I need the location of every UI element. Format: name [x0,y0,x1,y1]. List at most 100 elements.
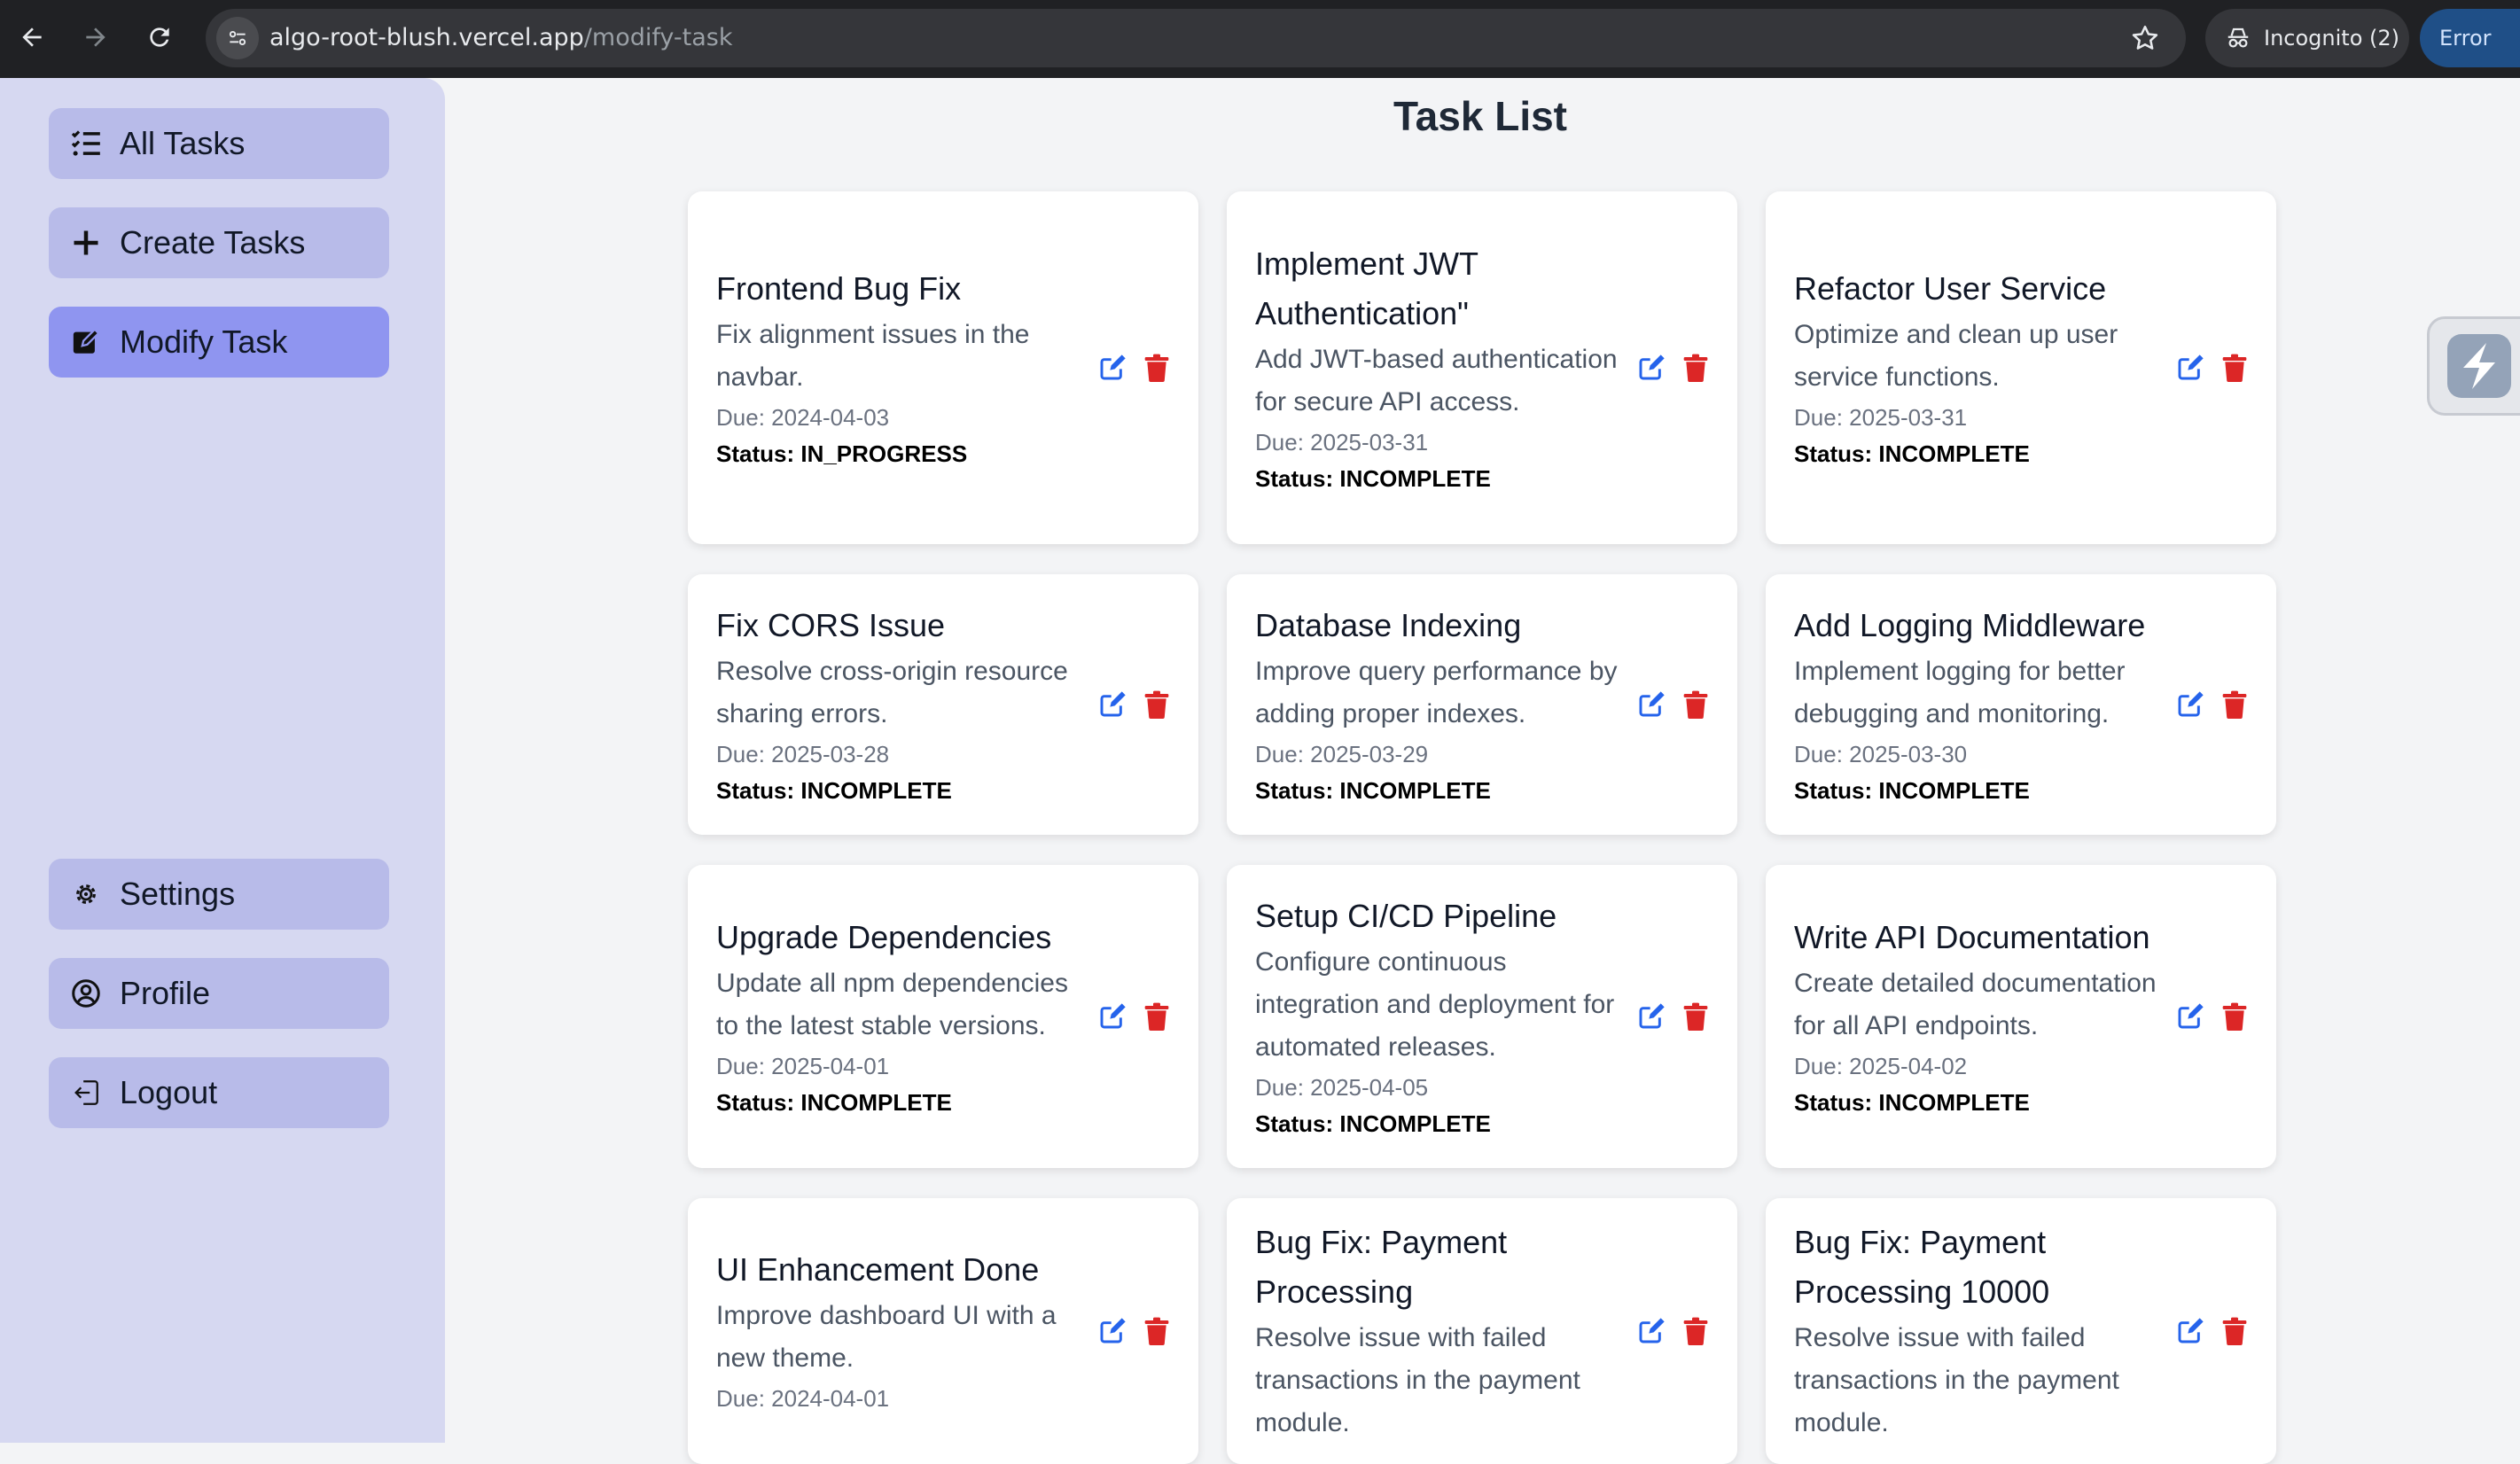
edit-icon [2176,1002,2204,1031]
sidebar-item-label: All Tasks [120,125,246,161]
edit-task-button[interactable] [1636,689,1666,720]
task-description: Configure continuous integration and dep… [1255,947,1615,1062]
task-card-body: Upgrade Dependencies Update all npm depen… [716,913,1088,1120]
trash-icon [1682,690,1709,719]
task-card: UI Enhancement Done Improve dashboard UI … [688,1198,1198,1464]
delete-task-button[interactable] [1142,353,1172,383]
back-button[interactable] [12,18,51,57]
edit-task-button[interactable] [1097,353,1127,383]
trash-icon [1682,354,1709,382]
trash-icon [1143,1317,1170,1345]
url-text: algo-root-blush.vercel.app/modify-task [269,9,732,67]
task-description: Improve dashboard UI with a new theme. [716,1301,1057,1373]
task-description: Optimize and clean up user service funct… [1794,320,2118,392]
task-status: Status: IN_PROGRESS [716,440,968,467]
task-actions [1636,689,1711,720]
task-status: Status: INCOMPLETE [1255,777,1491,804]
delete-task-button[interactable] [1142,689,1172,720]
task-card-body: Bug Fix: Payment Processing Resolve issue… [1255,1218,1627,1445]
trash-icon [1143,690,1170,719]
site-info-icon [229,30,246,46]
task-title: Write API Documentation [1794,919,2150,955]
sidebar-item-all-tasks[interactable]: All Tasks [49,108,389,179]
task-description: Create detailed documentation for all AP… [1794,969,2157,1040]
task-due-date: Due: 2025-04-05 [1255,1074,1429,1101]
task-description: Resolve cross-origin resource sharing er… [716,657,1068,728]
trash-icon [2221,690,2248,719]
task-actions [1636,353,1711,383]
task-card: Fix CORS Issue Resolve cross-origin resou… [688,574,1198,835]
edit-task-button[interactable] [2175,353,2205,383]
reload-button[interactable] [140,18,179,57]
trash-icon [2221,1317,2248,1345]
sidebar-item-modify-task[interactable]: Modify Task [49,307,389,378]
forward-button[interactable] [76,18,115,57]
task-due-date: Due: 2025-03-31 [1794,404,1968,431]
delete-task-button[interactable] [2220,1001,2250,1032]
edit-icon [1098,354,1127,382]
page-title: Task List [1393,93,1567,139]
task-status: Status: INCOMPLETE [716,777,952,804]
task-status: Status: INCOMPLETE [1255,1110,1491,1137]
error-label: Error [2439,26,2492,51]
sidebar-item-logout[interactable]: Logout [49,1057,389,1128]
task-card: Bug Fix: Payment Processing Resolve issue… [1227,1198,1737,1464]
sidebar-item-settings[interactable]: Settings [49,859,389,930]
sidebar-item-profile[interactable]: Profile [49,958,389,1029]
task-actions [1097,1001,1172,1032]
edit-task-button[interactable] [1097,1316,1127,1346]
edit-task-button[interactable] [1097,1001,1127,1032]
url-host: algo-root-blush.vercel.app [269,24,584,51]
delete-task-button[interactable] [1681,1001,1711,1032]
task-due-date: Due: 2025-04-01 [716,1053,890,1079]
task-due-date: Due: 2025-03-31 [1255,429,1429,456]
bookmark-star-button[interactable] [2129,22,2161,54]
task-title: Frontend Bug Fix [716,270,962,307]
task-card: Setup CI/CD Pipeline Configure continuous… [1227,865,1737,1168]
task-title: UI Enhancement Done [716,1251,1040,1288]
address-bar[interactable]: algo-root-blush.vercel.app/modify-task [206,9,2186,67]
delete-task-button[interactable] [1681,1316,1711,1346]
delete-task-button[interactable] [1681,353,1711,383]
delete-task-button[interactable] [2220,1316,2250,1346]
delete-task-button[interactable] [2220,689,2250,720]
edit-task-button[interactable] [1636,1316,1666,1346]
task-card-body: Add Logging Middleware Implement logging … [1794,601,2166,808]
sidebar-item-create-tasks[interactable]: Create Tasks [49,207,389,278]
edit-icon [2176,690,2204,719]
edit-icon [1098,1002,1127,1031]
task-title: Fix CORS Issue [716,607,946,643]
reload-icon [150,27,169,47]
logout-icon [68,1075,104,1110]
edit-task-button[interactable] [2175,1001,2205,1032]
task-title: Implement JWT Authentication" [1255,245,1478,331]
edit-task-button[interactable] [1636,353,1666,383]
task-actions [2175,689,2250,720]
trash-icon [2221,354,2248,382]
task-actions [1097,689,1172,720]
trash-icon [1682,1002,1709,1031]
task-actions [1636,1001,1711,1032]
sidebar-item-label: Logout [120,1074,218,1110]
site-info-button[interactable] [216,17,259,59]
edit-task-button[interactable] [1097,689,1127,720]
back-arrow-icon [22,27,42,47]
delete-task-button[interactable] [2220,353,2250,383]
task-description: Update all npm dependencies to the lates… [716,969,1068,1040]
floating-extension-button[interactable] [2427,316,2520,416]
sidebar-item-label: Modify Task [120,323,288,360]
delete-task-button[interactable] [1142,1316,1172,1346]
edit-task-button[interactable] [2175,1316,2205,1346]
edit-task-button[interactable] [2175,689,2205,720]
task-actions [2175,353,2250,383]
delete-task-button[interactable] [1681,689,1711,720]
edit-task-button[interactable] [1636,1001,1666,1032]
trash-icon [1143,354,1170,382]
delete-task-button[interactable] [1142,1001,1172,1032]
error-button[interactable]: Error ⋮ [2420,9,2520,67]
incognito-indicator[interactable]: Incognito (2) [2205,9,2409,67]
task-title: Upgrade Dependencies [716,919,1052,955]
sidebar-item-label: Settings [120,876,236,912]
edit-icon [1637,354,1666,382]
task-description: Fix alignment issues in the navbar. [716,320,1030,392]
